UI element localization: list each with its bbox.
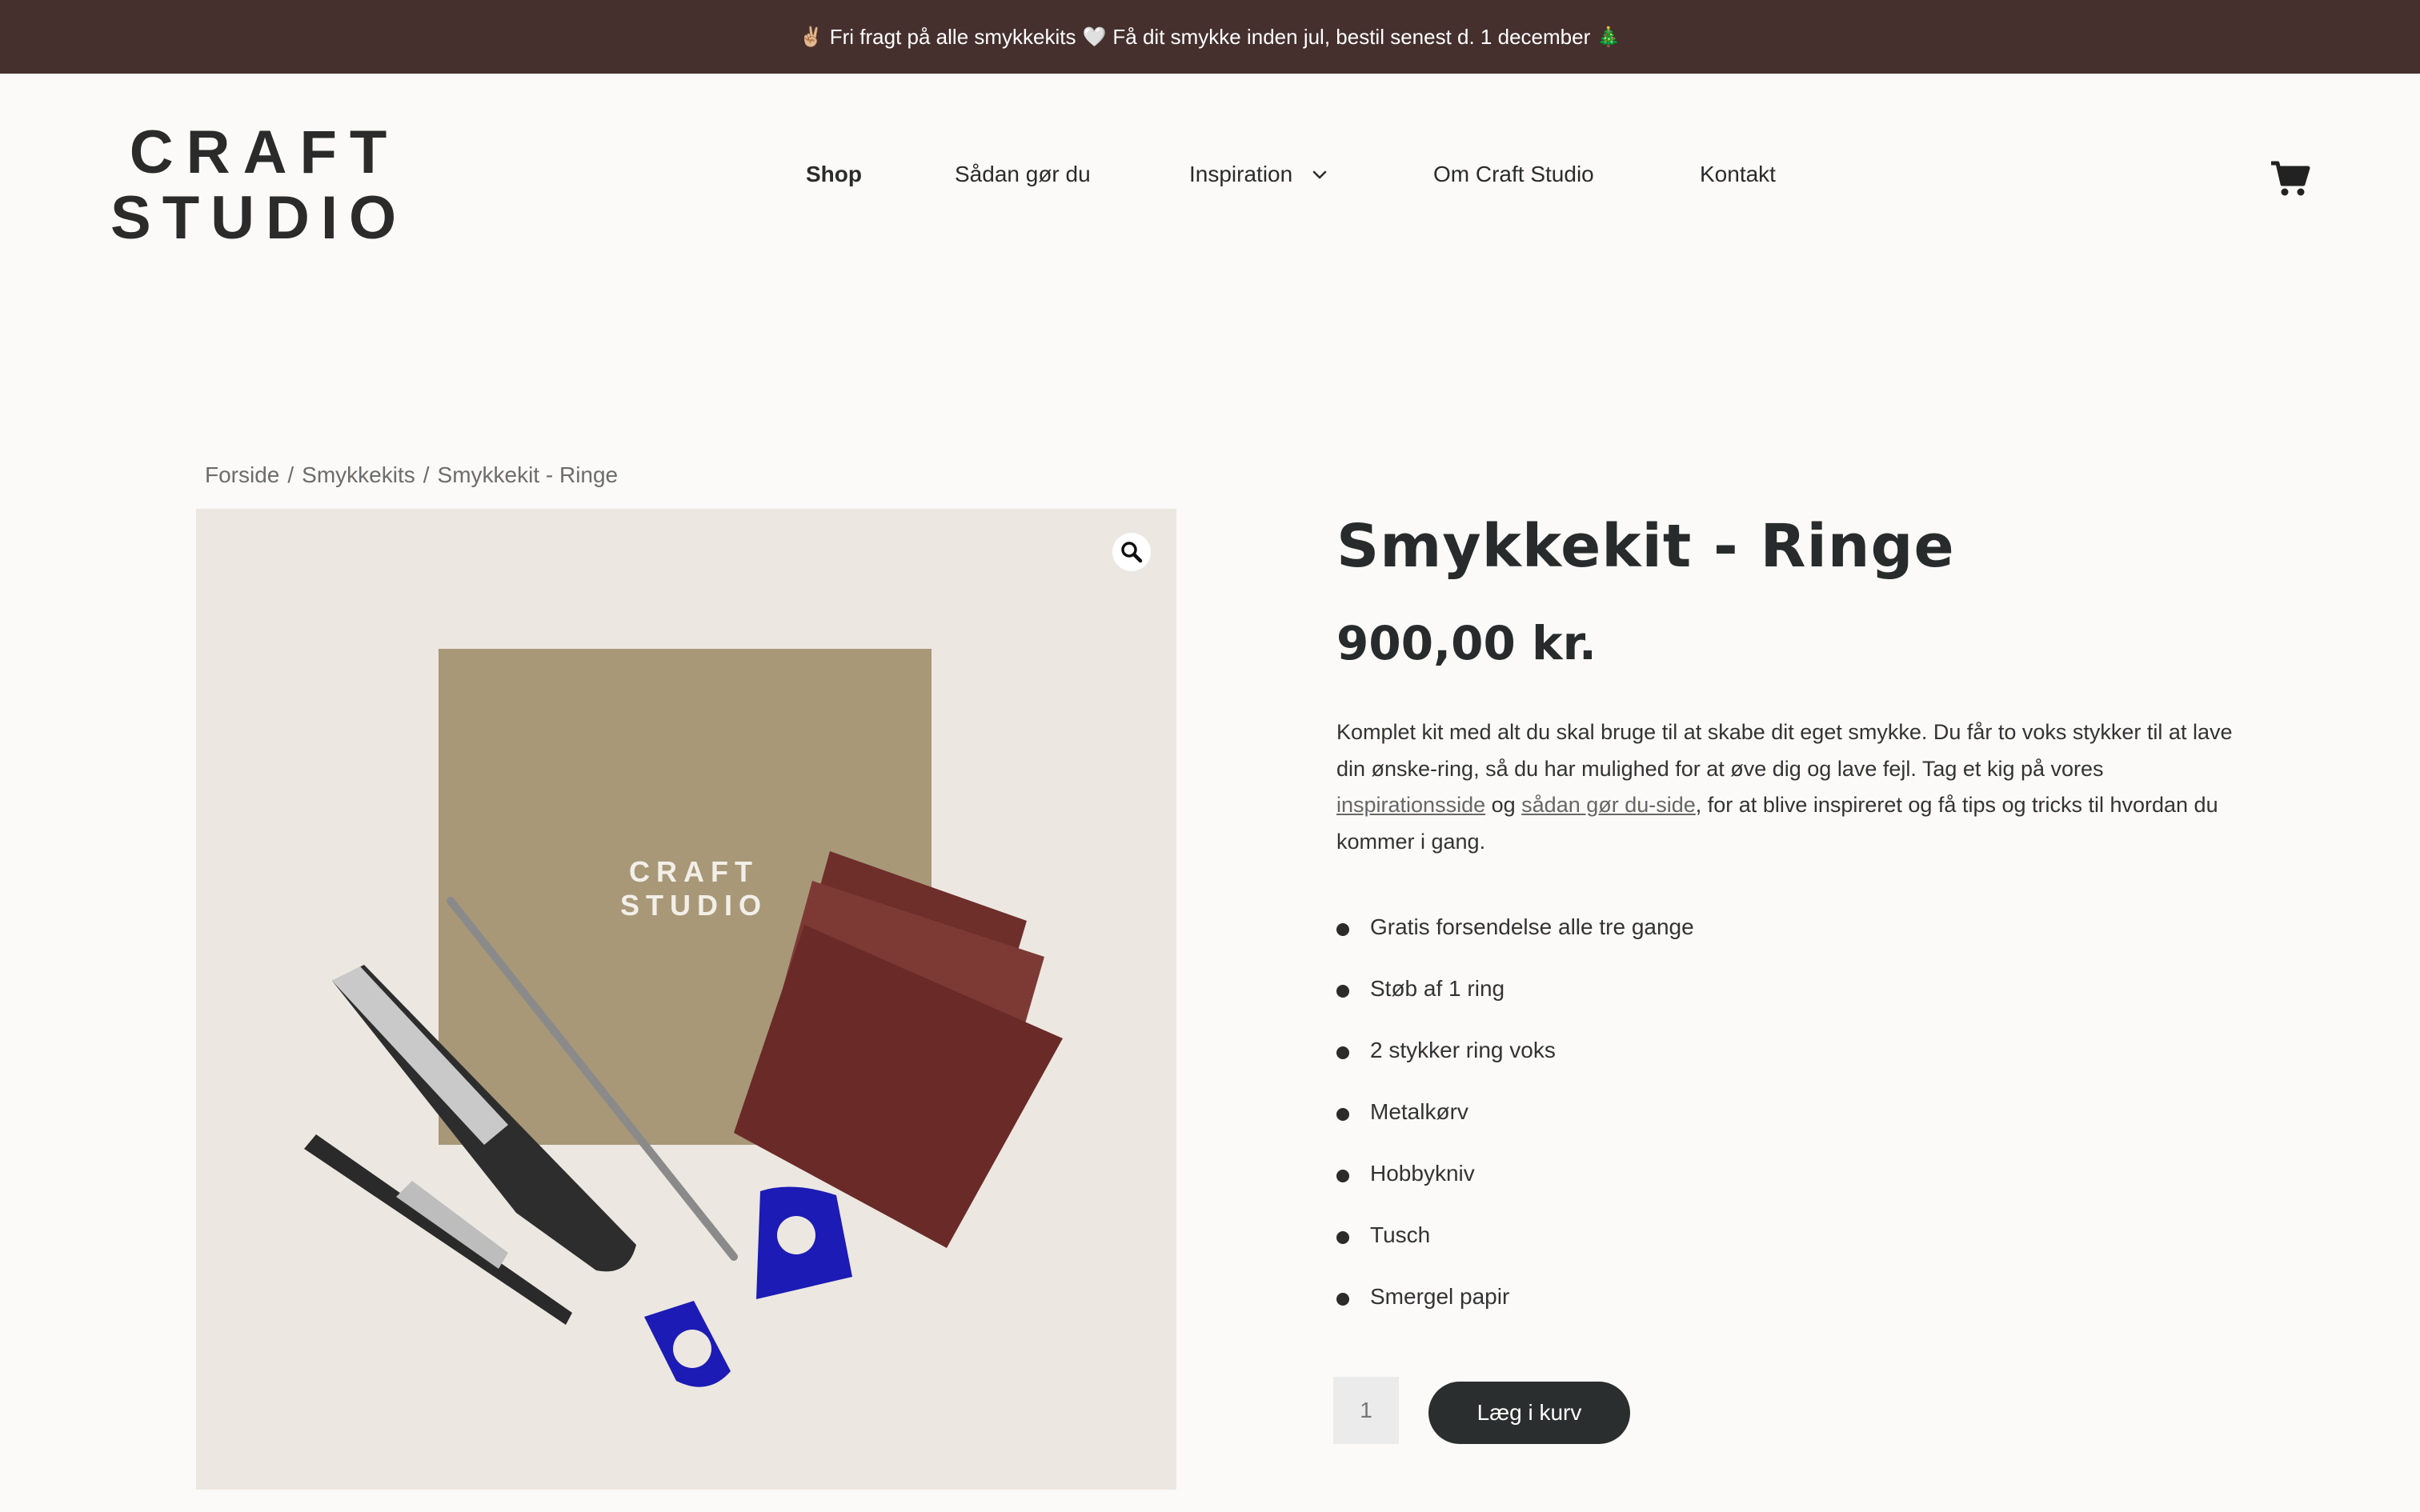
product-image[interactable]: CRAFT STUDIO — [196, 509, 1176, 1490]
feature-item: Smergel papir — [1336, 1284, 1694, 1346]
christmas-tree-icon: 🎄 — [1597, 26, 1621, 48]
announcement-text-shipping: Fri fragt på alle smykkekits — [829, 24, 1076, 49]
feature-list: Gratis forsendelse alle tre gange Støb a… — [1336, 914, 1694, 1346]
nav-inspiration[interactable]: Inspiration — [1189, 162, 1329, 187]
nav-shop[interactable]: Shop — [806, 162, 862, 187]
breadcrumb-category[interactable]: Smykkekits — [302, 462, 415, 487]
breadcrumb-separator: / — [287, 462, 294, 487]
description-text: Komplet kit med alt du skal bruge til at… — [1336, 720, 2233, 781]
product-logo-line1: CRAFT — [629, 855, 759, 888]
feature-item: Støb af 1 ring — [1336, 976, 1694, 1038]
feature-item: Tusch — [1336, 1222, 1694, 1284]
peace-hand-icon: ✌🏼 — [799, 26, 823, 48]
feature-item: Gratis forsendelse alle tre gange — [1336, 914, 1694, 976]
nav-about[interactable]: Om Craft Studio — [1433, 162, 1594, 187]
product-logo-line2: STUDIO — [619, 889, 767, 922]
cart-icon[interactable] — [2270, 157, 2311, 198]
product-title: Smykkekit - Ringe — [1336, 512, 1955, 581]
feature-item: 2 stykker ring voks — [1336, 1038, 1694, 1099]
breadcrumb: Forside / Smykkekits / Smykkekit - Ringe — [205, 462, 618, 488]
product-description: Komplet kit med alt du skal bruge til at… — [1336, 714, 2249, 860]
quantity-input[interactable] — [1333, 1377, 1399, 1444]
nav-inspiration-label: Inspiration — [1189, 162, 1293, 186]
product-photo-items — [304, 851, 1063, 1387]
product-price: 900,00 kr. — [1336, 616, 1597, 670]
nav-how-to[interactable]: Sådan gør du — [955, 162, 1091, 187]
feature-item: Hobbykniv — [1336, 1161, 1694, 1222]
announcement-bar: ✌🏼 Fri fragt på alle smykkekits 🤍 Få dit… — [0, 0, 2420, 74]
main-nav: Shop Sådan gør du Inspiration Om Craft S… — [0, 162, 2420, 202]
product-logo: CRAFT STUDIO — [598, 855, 790, 922]
announcement-text-christmas: Få dit smykke inden jul, bestil senest d… — [1112, 24, 1591, 49]
how-to-link[interactable]: sådan gør du-side — [1521, 793, 1696, 817]
description-text: og — [1485, 793, 1522, 817]
nav-contact[interactable]: Kontakt — [1700, 162, 1776, 187]
breadcrumb-current: Smykkekit - Ringe — [437, 462, 619, 487]
add-to-cart-button[interactable]: Læg i kurv — [1428, 1382, 1630, 1444]
inspiration-link[interactable]: inspirationsside — [1336, 793, 1485, 817]
heart-icon: 🤍 — [1082, 26, 1107, 48]
breadcrumb-home[interactable]: Forside — [205, 462, 279, 487]
breadcrumb-separator: / — [423, 462, 430, 487]
chevron-down-icon — [1312, 170, 1327, 179]
feature-item: Metalkørv — [1336, 1099, 1694, 1161]
